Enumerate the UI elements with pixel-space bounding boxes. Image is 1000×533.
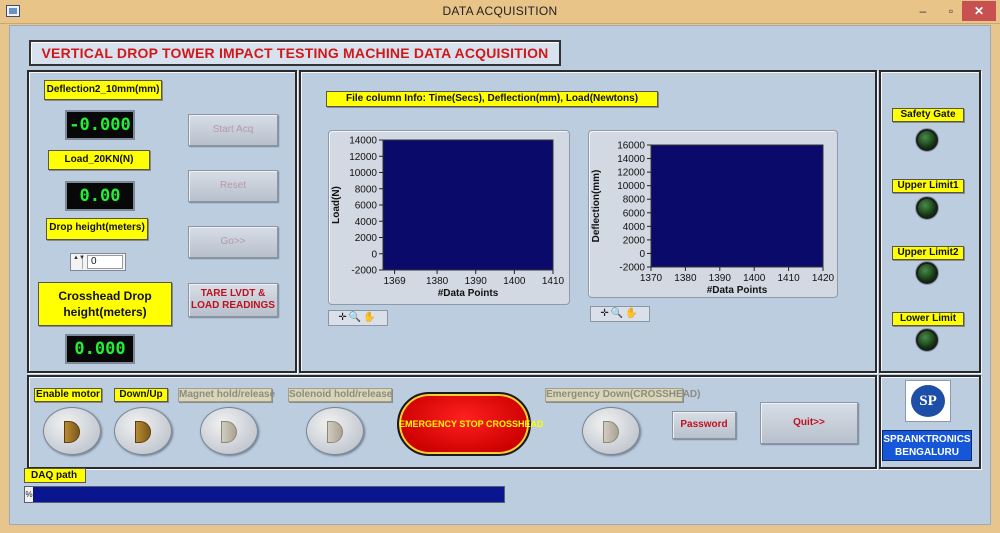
deflection-display: -0.000 (65, 110, 135, 140)
solenoid-label: Solenoid hold/release (288, 388, 393, 402)
password-button[interactable]: Password (672, 411, 736, 439)
maximize-button[interactable]: ▫ (938, 1, 964, 21)
emergency-stop-label: EMERGENCY STOP CROSSHEAD (399, 419, 544, 429)
emergency-stop-button[interactable]: EMERGENCY STOP CROSSHEAD (397, 392, 544, 456)
down-up-toggle[interactable] (114, 407, 172, 455)
toggle-knob-icon (603, 421, 619, 443)
y-tick-label: 10000 (349, 168, 377, 179)
header-banner: VERTICAL DROP TOWER IMPACT TESTING MACHI… (29, 40, 561, 66)
solenoid-toggle[interactable] (306, 407, 364, 455)
daq-path-field[interactable]: % (24, 486, 505, 503)
x-tick-label: 1420 (812, 273, 835, 284)
enable-motor-label: Enable motor (34, 388, 102, 402)
magnet-label: Magnet hold/release (178, 388, 276, 402)
plot-area (650, 144, 824, 268)
x-axis-label: #Data Points (707, 285, 768, 296)
x-tick-label: 1400 (503, 276, 526, 287)
load-chart[interactable]: 14000 12000 10000 8000 6000 4000 2000 0 -2000 136… (328, 130, 570, 305)
tare-button[interactable]: TARE LVDT & LOAD READINGS (188, 283, 278, 317)
upper-limit1-led (916, 197, 938, 219)
x-tick-label: 1380 (674, 273, 697, 284)
x-tick-label: 1410 (777, 273, 800, 284)
stepper-arrows-icon[interactable]: ▲▼ (73, 255, 85, 269)
window-titlebar: DATA ACQUISITION – ▫ ✕ (0, 0, 1000, 24)
toggle-knob-icon (221, 421, 237, 443)
go-button[interactable]: Go>> (188, 226, 278, 258)
y-axis-label: Load(N) (331, 186, 342, 224)
y-tick-label: 2000 (623, 235, 646, 246)
load-chart-tools[interactable]: ✛🔍✋ (328, 310, 388, 326)
y-tick-label: 10000 (617, 181, 645, 192)
lower-limit-label: Lower Limit (892, 312, 964, 326)
daq-path-label: DAQ path (24, 468, 86, 483)
y-tick-label: 12000 (617, 168, 645, 179)
path-browse-icon[interactable]: % (25, 487, 33, 502)
lower-limit-led (916, 329, 938, 351)
reset-button[interactable]: Reset (188, 170, 278, 202)
company-name: SPRANKTRONICS BENGALURU (882, 430, 972, 461)
safety-gate-label: Safety Gate (892, 108, 964, 122)
x-tick-label: 1400 (743, 273, 766, 284)
page-title: VERTICAL DROP TOWER IMPACT TESTING MACHI… (41, 45, 549, 61)
y-tick-label: -2000 (619, 263, 645, 274)
plot-area (382, 139, 554, 271)
y-tick-label: 6000 (355, 201, 378, 212)
upper-limit1-label: Upper Limit1 (892, 179, 964, 193)
toggle-knob-icon (327, 421, 343, 443)
down-up-label: Down/Up (114, 388, 168, 402)
x-axis-label: #Data Points (438, 288, 499, 299)
drop-height-stepper[interactable]: ▲▼ 0 (70, 253, 126, 271)
load-display: 0.00 (65, 181, 135, 211)
deflection-chart-svg: 16000 14000 12000 10000 8000 6000 4000 2000 0 -20… (591, 141, 835, 297)
sp-logo-icon: SP (911, 385, 945, 417)
toggle-knob-icon (135, 421, 151, 443)
x-tick-label: 1410 (542, 276, 565, 287)
upper-limit2-led (916, 262, 938, 284)
enable-motor-toggle[interactable] (43, 407, 101, 455)
x-tick-label: 1380 (426, 276, 449, 287)
y-tick-label: 8000 (355, 184, 378, 195)
window-title: DATA ACQUISITION (442, 4, 558, 18)
y-tick-label: 14000 (617, 154, 645, 165)
company-logo: SP (905, 380, 951, 422)
deflection-chart[interactable]: 16000 14000 12000 10000 8000 6000 4000 2000 0 -20… (588, 130, 838, 298)
drop-height-input[interactable]: 0 (87, 255, 123, 269)
y-tick-label: 4000 (623, 222, 646, 233)
y-tick-label: 0 (639, 249, 645, 260)
y-tick-label: 16000 (617, 141, 645, 152)
company-name-line2: BENGALURU (895, 447, 959, 458)
crosshead-display: 0.000 (65, 334, 135, 364)
emergency-down-toggle[interactable] (582, 407, 640, 455)
y-tick-label: 14000 (349, 136, 377, 147)
y-tick-label: 12000 (349, 152, 377, 163)
load-label: Load_20KN(N) (48, 150, 150, 170)
quit-button[interactable]: Quit>> (760, 402, 858, 444)
x-tick-label: 1390 (465, 276, 488, 287)
x-tick-label: 1369 (383, 276, 406, 287)
start-acq-button[interactable]: Start Acq (188, 114, 278, 146)
deflection-label: Deflection2_10mm(mm) (44, 80, 162, 100)
x-tick-label: 1390 (709, 273, 732, 284)
file-column-info: File column Info: Time(Secs), Deflection… (326, 91, 658, 107)
close-button[interactable]: ✕ (962, 1, 996, 21)
minimize-button[interactable]: – (910, 1, 936, 21)
safety-gate-led (916, 129, 938, 151)
upper-limit2-label: Upper Limit2 (892, 246, 964, 260)
toggle-knob-icon (64, 421, 80, 443)
y-tick-label: 4000 (355, 217, 378, 228)
magnet-toggle[interactable] (200, 407, 258, 455)
y-tick-label: 0 (371, 249, 377, 260)
emergency-down-label: Emergency Down(CROSSHEAD) (545, 388, 701, 402)
load-chart-svg: 14000 12000 10000 8000 6000 4000 2000 0 -2000 136… (331, 136, 565, 300)
y-tick-label: 8000 (623, 195, 646, 206)
deflection-chart-tools[interactable]: ✛🔍✋ (590, 306, 650, 322)
y-tick-label: -2000 (351, 266, 377, 277)
y-tick-label: 6000 (623, 208, 646, 219)
y-tick-label: 2000 (355, 233, 378, 244)
company-name-line1: SPRANKTRONICS (883, 434, 971, 445)
y-axis-label: Deflection(mm) (591, 170, 602, 243)
drop-height-label: Drop height(meters) (46, 218, 148, 240)
crosshead-label: Crosshead Drop height(meters) (38, 282, 172, 326)
x-tick-label: 1370 (640, 273, 663, 284)
